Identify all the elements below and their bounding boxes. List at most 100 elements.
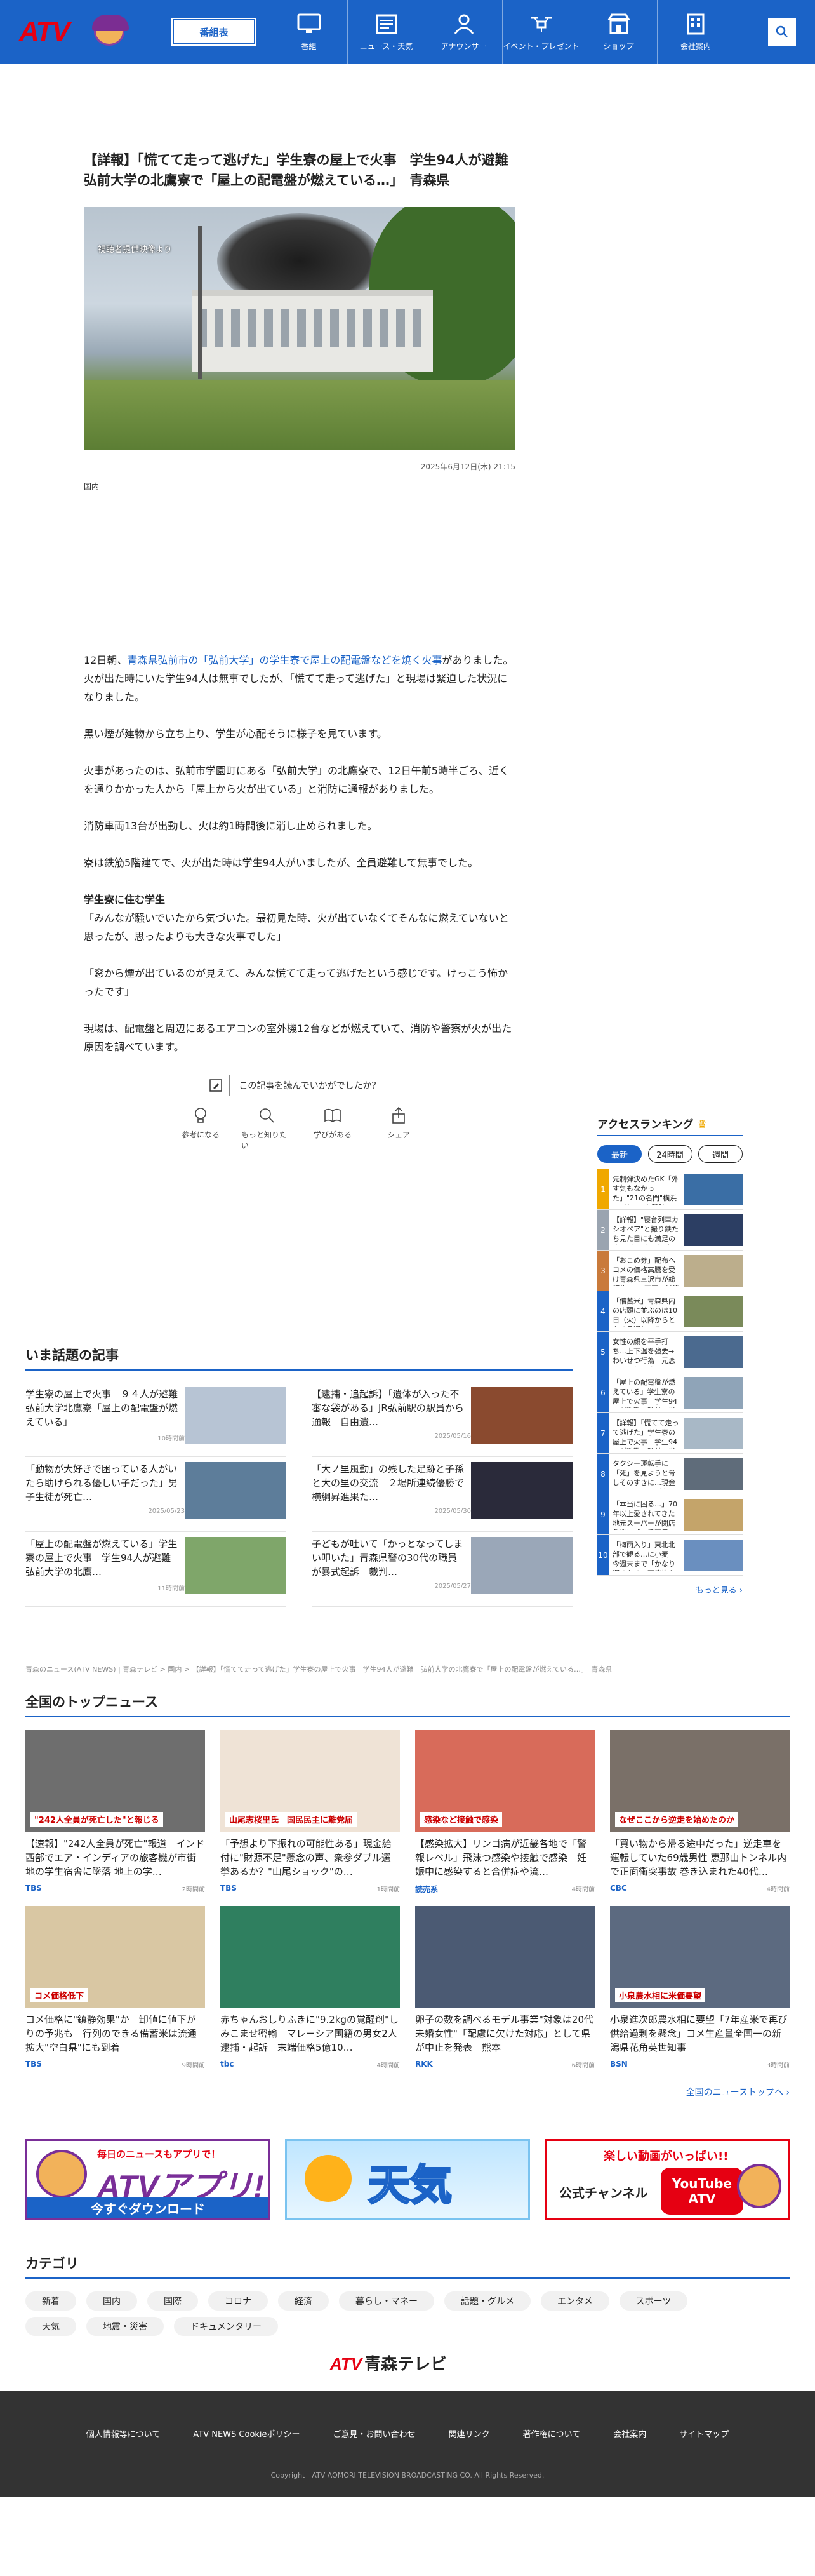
reaction-helpful-button[interactable]: 参考になる [175,1106,226,1151]
news-card[interactable]: 赤ちゃんおしりふきに"9.2kgの覚醒剤"しみこませ密輸 マレーシア国籍の男女2… [220,1906,400,2069]
ranking-item[interactable]: 7【詳報】「慌てて走って逃げた」学生寮の屋上で火事 学生94人が避難 弘前大学の… [597,1413,743,1454]
national-top-news: 全国のトップニュース "242人全員が死亡した"と報じる 【速報】"242人全員が… [25,1692,790,2098]
ranking-item[interactable]: 5女性の顔を平手打ち…上下温を強要→わいせつ行為 元恋人の暴行・強要・不同意性… [597,1332,743,1372]
pen-icon [209,1079,223,1092]
footer-link[interactable]: ご意見・お問い合わせ [317,2427,432,2439]
category-chip[interactable]: 話題・グルメ [444,2291,531,2311]
app-download-banner[interactable]: 毎日のニュースもアプリで！ ATVアプリ! 今すぐダウンロード [25,2139,270,2220]
nav-label: ニュース・天気 [359,41,413,51]
footer-link[interactable]: 個人情報等について [70,2427,177,2439]
weather-banner[interactable]: 天気 [285,2139,530,2220]
article-quote: 「窓から煙が出ているのが見えて、みんな慌てて走って逃げたという感じです。けっこう… [84,967,508,998]
drone-icon [530,17,552,32]
ranking-item-title: 先制弾決めたGK「外す気もなかった」"21の名門"横浜Fマリノスを撃破の「ライ… [613,1174,679,1205]
nav-shop[interactable]: ショップ [580,0,657,64]
magnifier-icon [260,1108,274,1123]
ranking-item[interactable]: 3「おこめ券」配布へ コメの価格高騰を受け青森県三沢市が総額約5000万円の対策… [597,1251,743,1291]
trending-item[interactable]: 子どもが吐いて「かっとなってしまい叩いた」青森県警の30代の職員が暴式起訴 裁判… [312,1532,573,1607]
ranking-tab-24h[interactable]: 24時間 [647,1145,692,1163]
trending-item[interactable]: 学生寮の屋上で火事 ９４人が避難 弘前大学北鷹寮「屋上の配電盤が燃えている」 10… [25,1382,286,1457]
ranking-item[interactable]: 4「備蓄米」青森県内の店頭に並ぶのは10日（火）以降からとなる見通し その後… [597,1291,743,1332]
ranking-thumbnail [684,1254,743,1287]
trending-item[interactable]: 「動物が大好きで困っている人がいたら助けられる優しい子だった」男子生徒が死亡… 2… [25,1457,286,1532]
ranking-item[interactable]: 2【詳報】"寝台列車カシオペア"と撮り鉄たち見た目にも満足の旅 JR東日本 新幹… [597,1210,743,1251]
category-chip[interactable]: 新着 [25,2291,76,2311]
category-chip[interactable]: ドキュメンタリー [174,2317,278,2336]
article-paragraph: 現場は、配電盤と周辺にあるエアコンの室外機12台などが燃えていて、消防や警察が火… [84,1023,512,1053]
ranking-item[interactable]: 9「本当に困る…」70年以上愛されてきた地元スーパーが閉店危機に「人手不足」 求… [597,1494,743,1535]
ranking-item[interactable]: 8タクシー運転手に「死」を見ようと脅しそのすきに…現金とハンドバッグ奪った容疑の… [597,1454,743,1494]
news-card-image: 小泉農水相に米価要望 [610,1906,790,2008]
category-chip[interactable]: エンタメ [541,2291,609,2311]
nav-label: 会社案内 [680,41,711,51]
ranking-item-title: 「備蓄米」青森県内の店頭に並ぶのは10日（火）以降からとなる見通し その後… [613,1296,677,1327]
reaction-know-more-button[interactable]: もっと知りたい [241,1106,292,1151]
banner-row: 毎日のニュースもアプリで！ ATVアプリ! 今すぐダウンロード 天気 楽しい動画… [25,2139,790,2220]
news-card[interactable]: 感染など接触で感染 【感染拡大】リンゴ病が近畿各地で「警報レベル」飛沫つ感染や接触… [415,1730,595,1895]
program-guide-button[interactable]: 番組表 [171,18,256,46]
trending-item[interactable]: 「大ノ里風勤」の残した足跡と子孫と大の里の交流 ２場所連続優勝で横綱昇進果た… 2… [312,1457,573,1532]
ranking-item[interactable]: 1先制弾決めたGK「外す気もなかった」"21の名門"横浜Fマリノスを撃破の「ライ… [597,1169,743,1210]
trending-item-title: 「大ノ里風勤」の残した足跡と子孫と大の里の交流 ２場所連続優勝で横綱昇進果た… [312,1463,465,1503]
nav-news-weather[interactable]: ニュース・天気 [347,0,425,64]
news-card[interactable]: 小泉農水相に米価要望 小泉進次郎農水相に要望「7年産米で再び供給過剰を懸念」コメ生… [610,1906,790,2069]
ranking-thumbnail [684,1498,743,1531]
image-caption: 視聴者提供映像より [98,245,172,255]
news-card[interactable]: 卵子の数を調べるモデル事業"対象は20代未婚女性"「配慮に欠けた対応」として県が… [415,1906,595,2069]
ranking-number: 5 [597,1332,609,1372]
footer-link[interactable]: サイトマップ [663,2427,745,2439]
footer-link[interactable]: ATV NEWS Cookieポリシー [176,2427,316,2439]
nav-announcers[interactable]: アナウンサー [425,0,502,64]
article-paragraph: 寮は鉄筋5階建てで、火が出た時は学生94人がいましたが、全員避難して無事でした。 [84,857,479,869]
news-card[interactable]: "242人全員が死亡した"と報じる 【速報】"242人全員が死亡"報道 インド西部… [25,1730,205,1895]
ranking-thumbnail [684,1417,743,1449]
youtube-banner[interactable]: 楽しい動画がいっぱい!! 公式チャンネル YouTube ATV [545,2139,790,2220]
category-chip[interactable]: 経済 [278,2291,329,2311]
related-article-link[interactable]: 青森県弘前市の「弘前大学」の学生寮で屋上の配電盤などを焼く火事 [127,654,442,666]
trending-item-date: 2025/05/23 [148,1508,185,1515]
category-chip[interactable]: 天気 [25,2317,76,2336]
trending-item[interactable]: 【逮捕・追起訴】「遺体が入った不審な袋がある」JR弘前駅の駅員から通報 自由遺…… [312,1382,573,1457]
news-card-source: 読売系 [415,1885,439,1894]
reaction-buttons: 参考になる もっと知りたい 学びがある シェア [175,1106,424,1151]
ranking-item[interactable]: 6「屋上の配電盤が燃えている」学生寮の屋上で火事 学生94人が避難 弘前大学の北… [597,1372,743,1413]
nav-programs[interactable]: 番組 [270,0,347,64]
site-logo[interactable]: ATV [19,14,129,50]
nav-events[interactable]: イベント・プレゼント [502,0,580,64]
trending-item[interactable]: 「屋上の配電盤が燃えている」学生寮の屋上で火事 学生94人が避難 弘前大学の北鷹… [25,1532,286,1607]
announcer-icon [454,14,474,34]
ranking-tab-latest[interactable]: 最新 [597,1145,642,1163]
reaction-label: 参考になる [181,1130,220,1139]
search-button[interactable] [768,18,796,46]
footer-link[interactable]: 会社案内 [597,2427,663,2439]
weather-banner-title: 天気 [368,2160,453,2211]
crown-icon: ♛ [697,1118,707,1131]
news-card-title: 卵子の数を調べるモデル事業"対象は20代未婚女性"「配慮に欠けた対応」として県が… [415,2014,593,2053]
news-card-title: 「買い物から帰る途中だった」逆走車を運転していた69歳男性 恵那山トンネル内で正… [610,1838,787,1877]
ranking-tab-weekly[interactable]: 週間 [698,1145,743,1163]
ranking-item[interactable]: 10「梅雨入り」東北北部で観る…に小麦 今週末まで「かなり遅くなる」可能性も [597,1535,743,1576]
category-chip[interactable]: コロナ [208,2291,268,2311]
sun-icon [305,2155,352,2202]
category-chip[interactable]: 国際 [147,2291,198,2311]
share-button[interactable]: シェア [373,1106,424,1151]
category-chip[interactable]: 暮らし・マネー [339,2291,434,2311]
reaction-learned-button[interactable]: 学びがある [307,1106,358,1151]
breadcrumb[interactable]: 青森のニュース(ATV NEWS) | 青森テレビ > 国内 > 【詳報】「慌て… [25,1664,787,1674]
yt-banner-tagline: 楽しい動画がいっぱい!! [604,2150,729,2163]
news-card[interactable]: 山尾志桜里氏 国民民主に離党届 「予想より下振れの可能性ある」現金給付に"財源不足… [220,1730,400,1895]
category-chip[interactable]: 地震・災害 [86,2317,164,2336]
all-news-link[interactable]: 全国のニューストップへ › [25,2086,790,2098]
footer-link[interactable]: 著作権について [507,2427,597,2439]
ranking-number: 1 [597,1169,609,1209]
footer-link[interactable]: 関連リンク [432,2427,507,2439]
category-chip[interactable]: スポーツ [619,2291,688,2311]
nav-company[interactable]: 会社案内 [657,0,734,64]
news-card[interactable]: コメ価格低下 コメ価格に"鎮静効果"か 卸値に値下がりの予兆も 行列のできる備蓄米… [25,1906,205,2069]
ranking-item-title: 「屋上の配電盤が燃えている」学生寮の屋上で火事 学生94人が避難 弘前大学の北鷹… [613,1378,677,1408]
footer-logo[interactable]: ATV 青森テレビ [330,2351,447,2375]
category-chip[interactable]: 国内 [86,2291,137,2311]
article-category-link[interactable]: 国内 [84,481,100,492]
news-card[interactable]: なぜここから逆走を始めたのか 「買い物から帰る途中だった」逆走車を運転していた69… [610,1730,790,1895]
ranking-more-link[interactable]: もっと見る › [597,1583,743,1595]
